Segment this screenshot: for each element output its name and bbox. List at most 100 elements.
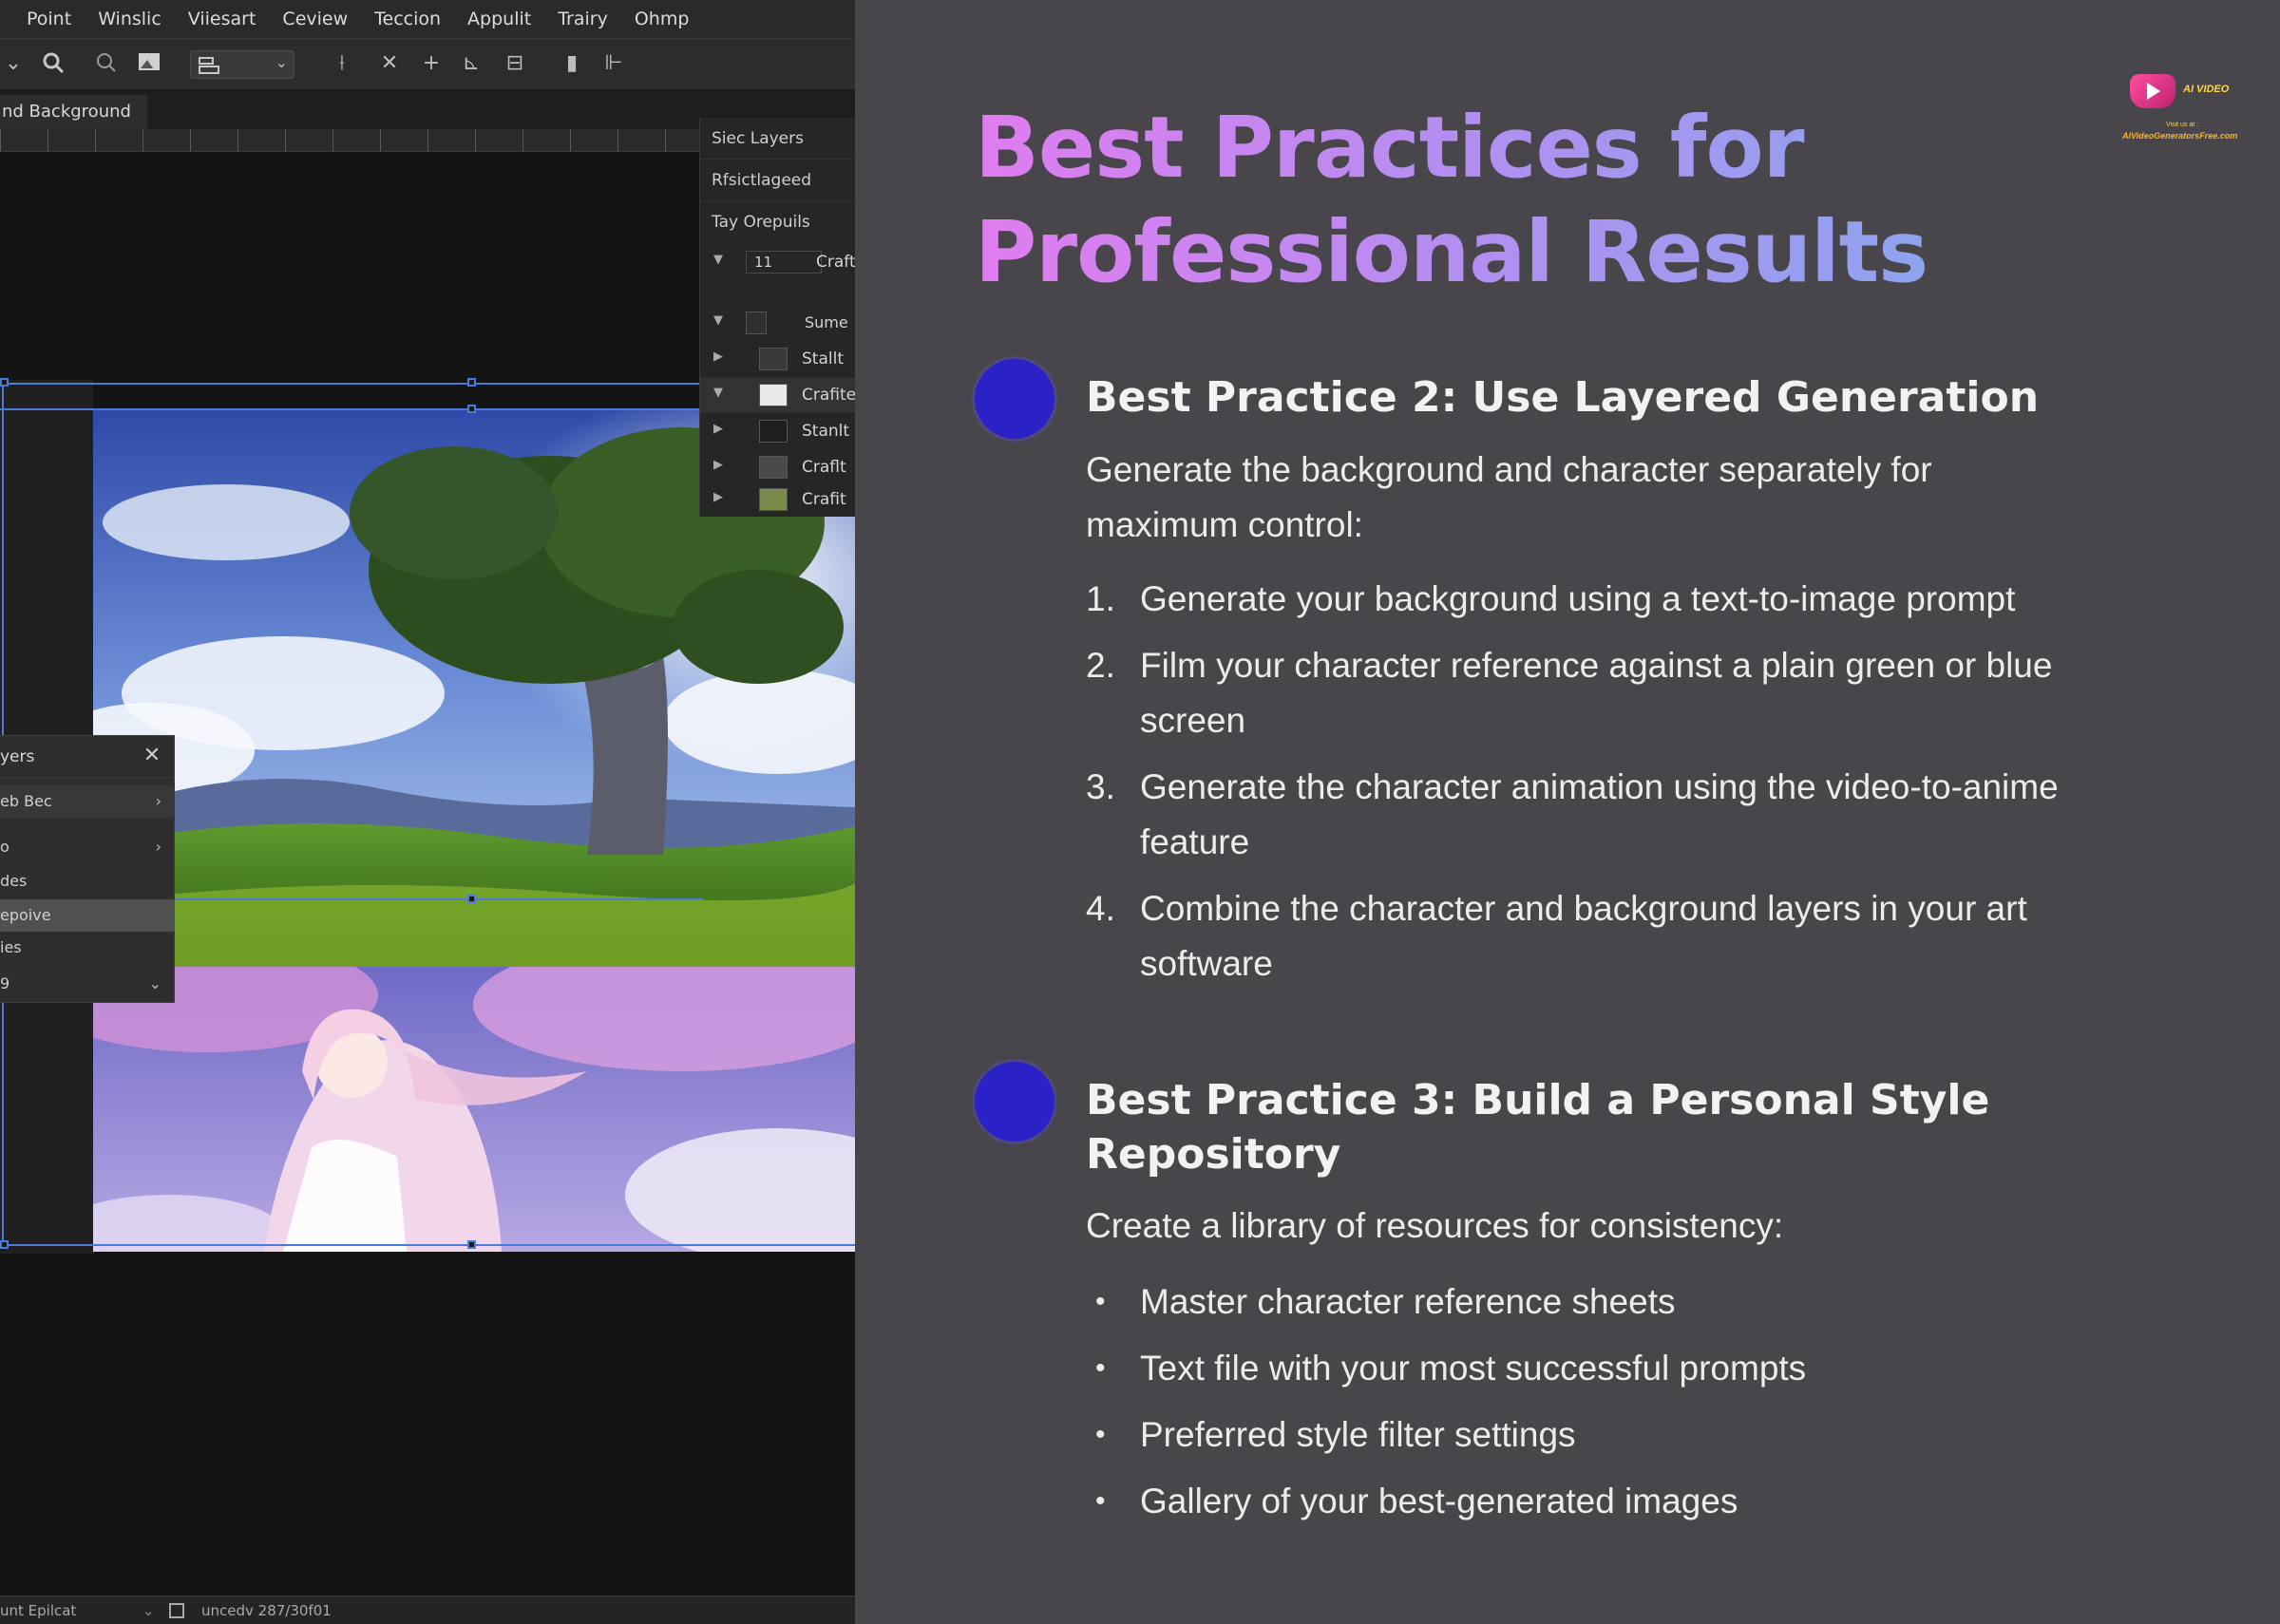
close-icon[interactable]: ✕ <box>140 744 164 768</box>
layer-row[interactable]: ▼ Crafites <box>700 378 855 412</box>
horizontal-ruler <box>0 129 703 152</box>
transform-handle[interactable] <box>0 1240 9 1249</box>
list-item: 3. Generate the character animation using… <box>1086 760 2121 870</box>
list-item: 2. Film your character reference against … <box>1086 638 2121 748</box>
step-number: 2. <box>1086 646 1115 685</box>
layers-panel-option[interactable]: Tay Orepuils <box>700 201 855 243</box>
resources-list: • Master character reference sheets • Text… <box>1086 1275 2121 1540</box>
image-icon[interactable] <box>137 50 163 77</box>
section-heading: Best Practice 2: Use Layered Generation <box>1086 373 2040 422</box>
transform-icon[interactable]: ✕ <box>376 50 403 77</box>
list-item-text: Gallery of your best-generated images <box>1140 1482 1738 1520</box>
layer-row[interactable]: ▶ Crafit <box>700 482 855 517</box>
zoom-icon[interactable] <box>40 50 66 77</box>
status-right: uncedv 287/30f01 <box>201 1602 332 1619</box>
transform-handle[interactable] <box>467 895 476 903</box>
menu-item[interactable]: Winslic <box>98 9 162 29</box>
floating-panel-row-label: eb Bec <box>0 792 52 810</box>
floating-panel-row[interactable]: eb Bec › <box>0 785 175 818</box>
floating-panel-row[interactable]: o › <box>0 831 175 863</box>
brand-logo[interactable]: AI VIDEO Visit us at : AIVideoGenerators… <box>2122 70 2255 146</box>
menu-item[interactable]: Appulit <box>467 9 531 29</box>
floating-layers-panel: yers ✕ eb Bec › o › des epoive ies 9 ⌄ <box>0 735 175 1003</box>
menu-item[interactable]: Point <box>27 9 71 29</box>
section-intro: Create a library of resources for consis… <box>1086 1206 1784 1245</box>
collapse-arrow-icon[interactable]: ▼ <box>713 253 723 267</box>
list-item: 4. Combine the character and background l… <box>1086 881 2121 991</box>
section-bullet-icon <box>975 359 1054 439</box>
menu-item[interactable]: Viiesart <box>188 9 256 29</box>
step-number: 4. <box>1086 889 1115 928</box>
layer-thumbnail <box>759 420 788 443</box>
layer-thumbnail <box>759 456 788 479</box>
pen-icon[interactable]: ⊩ <box>600 50 627 77</box>
logo-visit-text: Visit us at : <box>2166 122 2199 128</box>
list-item: • Master character reference sheets <box>1086 1275 2121 1330</box>
status-left: unt Epilcat <box>0 1602 77 1619</box>
list-item-text: Text file with your most successful prom… <box>1140 1349 1807 1388</box>
layers-panel: Siec Layers Rfsictlageed Tay Orepuils ▼ … <box>699 118 855 517</box>
layer-group-row[interactable]: ▼ Sume <box>700 306 855 340</box>
floating-panel-row[interactable]: des <box>0 865 175 897</box>
floating-panel-row[interactable]: epoive <box>0 899 175 932</box>
menu-item[interactable]: Ceview <box>282 9 348 29</box>
floating-panel-row[interactable]: ies <box>0 932 175 964</box>
step-number: 3. <box>1086 767 1115 806</box>
opacity-field[interactable]: 11 <box>746 251 822 274</box>
transform-handle[interactable] <box>467 378 476 387</box>
layer-select[interactable]: ⌄ <box>190 50 294 79</box>
floating-panel-row[interactable]: 9 ⌄ <box>0 968 175 1000</box>
transform-handle[interactable] <box>467 405 476 413</box>
move-icon[interactable]: + <box>418 50 445 77</box>
list-item-text: Preferred style filter settings <box>1140 1415 1576 1454</box>
layer-row[interactable]: ▶ Craflt <box>700 450 855 484</box>
status-bar: unt Epilcat ⌄ uncedv 287/30f01 <box>0 1596 855 1624</box>
step-text: Generate the character animation using t… <box>1140 767 2059 861</box>
floating-panel-row-label: 9 <box>0 974 10 992</box>
layer-row[interactable]: ▶ Stanlt <box>700 414 855 448</box>
transform-handle[interactable] <box>0 378 9 387</box>
opacity-row[interactable]: ▼ 11 Craft <box>700 245 855 279</box>
expand-arrow-icon[interactable]: ▶ <box>713 458 723 472</box>
bullet-icon: • <box>1095 1419 1106 1450</box>
align-icon[interactable]: ⊾ <box>458 50 484 77</box>
list-item-text: Master character reference sheets <box>1140 1282 1676 1321</box>
bullet-icon: • <box>1095 1286 1106 1317</box>
step-text: Generate your background using a text-to… <box>1140 579 2016 618</box>
logo-site-text: AIVideoGeneratorsFree.com <box>2122 131 2238 141</box>
lasso-icon[interactable] <box>93 50 120 77</box>
menu-item[interactable]: Ohmp <box>635 9 690 29</box>
chevron-down-icon[interactable]: ⌄ <box>142 1596 155 1624</box>
selection-edge <box>0 408 703 410</box>
menu-item[interactable]: Teccion <box>374 9 441 29</box>
slide-content: Best Practices for Professional Results … <box>855 0 2280 1624</box>
menu-item[interactable]: Trairy <box>558 9 608 29</box>
opacity-label: Craft <box>816 253 855 272</box>
chevron-down-icon[interactable]: ⌄ <box>0 50 27 77</box>
step-text: Combine the character and background lay… <box>1140 889 2027 983</box>
collapse-arrow-icon[interactable]: ▼ <box>713 386 723 400</box>
layers-panel-option[interactable]: Rfsictlageed <box>700 160 855 201</box>
expand-arrow-icon[interactable]: ▶ <box>713 490 723 504</box>
layer-name: Stallt <box>802 349 844 368</box>
chevron-down-icon: ⌄ <box>148 974 162 992</box>
document-tab[interactable]: nd Background <box>0 95 147 129</box>
collapse-arrow-icon[interactable]: ▼ <box>713 313 723 328</box>
layer-thumbnail <box>759 384 788 406</box>
logo-brand-text: AI VIDEO <box>2183 84 2230 95</box>
chevron-down-icon: ⌄ <box>275 53 288 71</box>
fill-icon[interactable]: ▮ <box>559 50 585 77</box>
floating-panel-row-label: o <box>0 838 10 856</box>
section-heading: Best Practice 3: Build a Personal Style … <box>1086 1076 1990 1179</box>
bullet-icon: • <box>1095 1485 1106 1517</box>
layer-row[interactable]: ▶ Stallt <box>700 342 855 376</box>
expand-arrow-icon[interactable]: ▶ <box>713 349 723 364</box>
transform-handle[interactable] <box>467 1240 476 1249</box>
list-item: 1. Generate your background using a text-… <box>1086 572 2121 627</box>
step-text: Film your character reference against a … <box>1140 646 2053 740</box>
arrange-icon[interactable]: ⊟ <box>502 50 528 77</box>
crop-icon[interactable]: ⟊ <box>329 50 355 77</box>
anime-character-image[interactable] <box>93 967 855 1252</box>
chevron-right-icon: › <box>155 792 162 810</box>
expand-arrow-icon[interactable]: ▶ <box>713 422 723 436</box>
